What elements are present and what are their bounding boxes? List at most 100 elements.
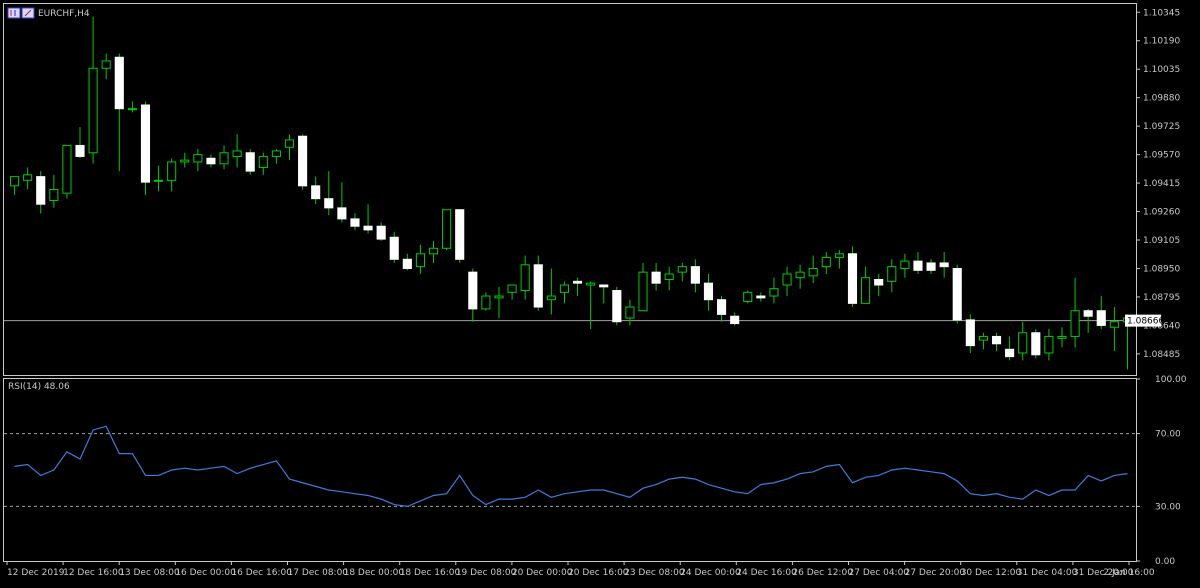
- time-tick-label: 20 Dec 00:00: [512, 568, 573, 578]
- bull-candle-body: [625, 306, 635, 319]
- bull-candle-body: [546, 295, 556, 301]
- price-tick-label: 1.09880: [1143, 94, 1180, 104]
- bull-candle-body: [821, 256, 831, 268]
- bull-candle-body: [415, 253, 425, 268]
- time-tick-label: 12 Dec 2019: [7, 568, 65, 578]
- bull-candle-body: [782, 273, 792, 286]
- bull-candle-body: [1018, 332, 1028, 354]
- rsi-tick-label: 70.00: [1155, 430, 1181, 440]
- bull-candle-body: [769, 288, 779, 297]
- rsi-tick-label: 0.00: [1155, 557, 1175, 567]
- time-tick-label: 19 Dec 08:00: [456, 568, 517, 578]
- bull-candle-body: [442, 209, 452, 249]
- price-tick-label: 1.10035: [1143, 65, 1180, 75]
- time-tick-label: 12 Dec 16:00: [63, 568, 124, 578]
- bear-candle-body: [703, 282, 714, 301]
- bull-candle-body: [1044, 335, 1054, 354]
- chart-type-icon[interactable]: [7, 7, 35, 19]
- price-tick-label: 1.09105: [1143, 236, 1180, 246]
- time-tick-label: 13 Dec 08:00: [119, 568, 180, 578]
- bear-candle-body: [75, 144, 85, 157]
- bear-candle-body: [363, 225, 373, 231]
- bull-candle-body: [1057, 335, 1067, 339]
- bull-candle-body: [88, 67, 98, 154]
- bear-candle-body: [717, 299, 727, 315]
- time-tick-label: 23 Dec 08:00: [624, 568, 685, 578]
- chart-window[interactable]: EURCHF,H4 RSI(14) 48.06 1.10345 1.10190 1.…: [0, 0, 1200, 584]
- bull-candle-body: [62, 144, 72, 194]
- bear-candle-body: [245, 152, 255, 172]
- bear-candle-body: [311, 185, 321, 200]
- bear-candle-body: [468, 271, 478, 310]
- time-tick-label: 26 Dec 12:00: [792, 568, 853, 578]
- bull-candle-body: [978, 335, 988, 341]
- bull-candle-body: [638, 271, 648, 312]
- bull-candle-body: [180, 159, 190, 163]
- time-tick-label: 30 Dec 12:00: [961, 568, 1022, 578]
- price-tick-label: 1.08485: [1143, 350, 1180, 360]
- bull-candle-body: [258, 155, 268, 168]
- bear-candle-body: [114, 56, 124, 110]
- bear-candle-body: [1005, 348, 1015, 358]
- bull-candle-body: [494, 295, 504, 299]
- bear-candle-body: [337, 207, 347, 220]
- time-tick-label: 18 Dec 00:00: [344, 568, 405, 578]
- bear-candle-body: [350, 218, 360, 227]
- bull-candle-body: [271, 150, 281, 157]
- bull-candle-body: [1109, 321, 1119, 328]
- bear-candle-body: [298, 135, 308, 187]
- bear-candle-body: [389, 236, 399, 260]
- time-tick-label: 16 Dec 16:00: [231, 568, 292, 578]
- chart-canvas[interactable]: EURCHF,H4 RSI(14) 48.06 1.10345 1.10190 1.…: [0, 0, 1200, 584]
- rsi-tick-label: 30.00: [1155, 502, 1181, 512]
- bull-candle-body: [861, 277, 871, 304]
- time-tick-label: 17 Dec 08:00: [288, 568, 349, 578]
- bull-candle-body: [1070, 310, 1080, 337]
- bear-candle-body: [455, 209, 465, 260]
- bear-candle-body: [690, 266, 700, 284]
- bull-candle-body: [586, 282, 596, 286]
- bull-candle-body: [127, 108, 137, 111]
- bear-candle-body: [939, 262, 949, 268]
- rsi-label: RSI(14) 48.06: [8, 382, 70, 392]
- rsi-line: [14, 425, 1128, 508]
- bear-candle-body: [612, 290, 622, 323]
- price-tick-label: 1.09415: [1143, 179, 1180, 189]
- bear-candle-body: [402, 258, 412, 269]
- bear-candle-body: [965, 319, 975, 347]
- time-tick-label: 20 Dec 16:00: [568, 568, 629, 578]
- bear-candle-body: [1031, 332, 1041, 356]
- bear-candle-body: [140, 104, 151, 183]
- bear-candle-body: [952, 267, 962, 321]
- rsi-series: [14, 425, 1128, 508]
- price-tick-label: 1.10190: [1143, 37, 1180, 47]
- price-tick-label: 1.08795: [1143, 293, 1180, 303]
- bear-candle-body: [533, 264, 543, 308]
- bull-candle-body: [101, 60, 111, 69]
- bull-candle-body: [154, 179, 164, 182]
- bull-candle-body: [900, 260, 910, 269]
- bull-candle-body: [664, 273, 674, 280]
- bull-candle-body: [808, 267, 818, 277]
- bull-candle-body: [23, 174, 33, 181]
- price-tick-label: 1.10345: [1143, 8, 1180, 18]
- bear-candle-body: [1083, 310, 1093, 317]
- bear-candle-body: [926, 262, 936, 271]
- candlestick-series: [9, 16, 1133, 370]
- bear-candle-body: [599, 284, 609, 288]
- time-x-axis: 12 Dec 201912 Dec 16:0013 Dec 08:0016 De…: [6, 561, 1155, 578]
- symbol-label: EURCHF,H4: [38, 9, 90, 19]
- bear-candle-body: [1096, 310, 1106, 326]
- time-tick-label: 27 Dec 04:00: [849, 568, 910, 578]
- bear-candle-body: [324, 198, 334, 209]
- time-tick-label: 24 Dec 16:00: [736, 568, 797, 578]
- time-tick-label: 18 Dec 16:00: [400, 568, 461, 578]
- time-tick-label: 16 Dec 00:00: [175, 568, 236, 578]
- time-tick-label: 31 Dec 04:00: [1017, 568, 1078, 578]
- bear-candle-body: [376, 225, 386, 240]
- bull-candle-body: [520, 264, 530, 292]
- bear-candle-body: [651, 271, 661, 284]
- bull-candle-body: [232, 150, 242, 157]
- bull-candle-body: [559, 284, 570, 293]
- bear-candle-body: [991, 335, 1002, 345]
